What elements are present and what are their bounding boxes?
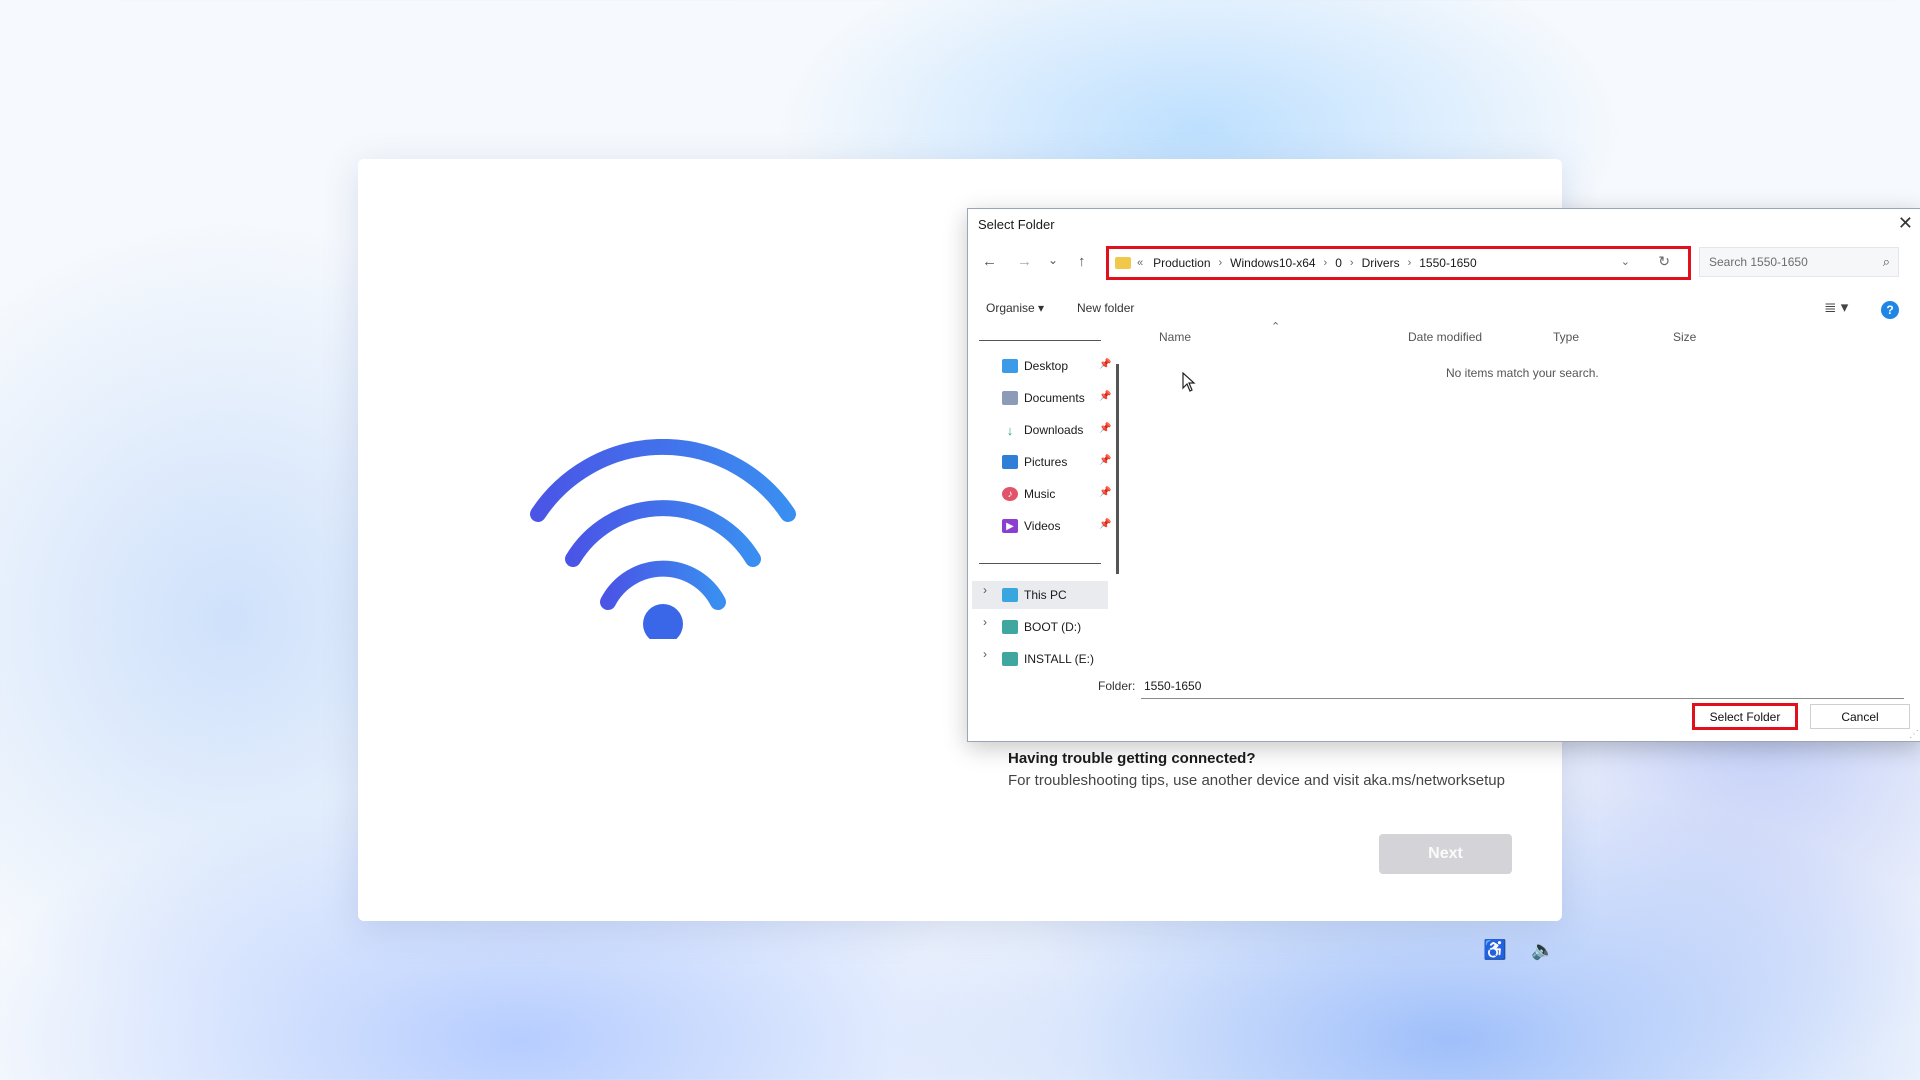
search-input[interactable]: Search 1550-1650 ⌕ — [1699, 247, 1899, 277]
new-folder-button[interactable]: New folder — [1077, 301, 1134, 315]
pin-icon[interactable]: 📌 — [1099, 487, 1111, 498]
nav-item-videos[interactable]: ▶ Videos — [1002, 514, 1060, 538]
nav-item-downloads[interactable]: ↓ Downloads — [1002, 418, 1084, 442]
sort-ascending-icon: ⌃ — [1271, 321, 1281, 333]
trouble-text: For troubleshooting tips, use another de… — [1008, 772, 1505, 789]
breadcrumb-overflow[interactable]: « — [1137, 257, 1143, 269]
expand-icon[interactable]: › — [983, 583, 987, 597]
resize-grip-icon[interactable]: ⋰ — [1909, 729, 1919, 740]
breadcrumb-item[interactable]: Drivers — [1362, 256, 1400, 270]
nav-item-label: Pictures — [1024, 455, 1068, 469]
documents-icon — [1002, 391, 1018, 405]
mouse-cursor-icon — [1182, 372, 1196, 392]
search-placeholder: Search 1550-1650 — [1709, 255, 1808, 269]
folder-label: Folder: — [1098, 679, 1136, 693]
select-folder-dialog: Select Folder ✕ ← → ⌄ ↑ « Production › W… — [967, 208, 1920, 742]
up-icon[interactable]: ↑ — [1078, 253, 1086, 270]
videos-icon: ▶ — [1002, 519, 1018, 533]
downloads-icon: ↓ — [1006, 422, 1014, 438]
recent-locations-icon[interactable]: ⌄ — [1048, 253, 1058, 267]
breadcrumb-item[interactable]: Windows10-x64 — [1230, 256, 1315, 270]
nav-item-label: Desktop — [1024, 359, 1069, 373]
folder-icon — [1115, 257, 1131, 269]
pin-icon[interactable]: 📌 — [1099, 359, 1111, 370]
nav-item-label: BOOT (D:) — [1024, 620, 1082, 634]
expand-icon[interactable]: › — [983, 615, 987, 629]
column-header-size[interactable]: Size — [1673, 330, 1696, 344]
breadcrumb-separator-icon[interactable]: › — [1408, 257, 1412, 269]
select-folder-button[interactable]: Select Folder — [1692, 703, 1798, 730]
nav-item-install-drive[interactable]: INSTALL (E:) — [1002, 647, 1094, 671]
nav-item-desktop[interactable]: Desktop — [1002, 354, 1068, 378]
next-button[interactable]: Next — [1379, 834, 1512, 874]
this-pc-icon — [1002, 588, 1018, 602]
music-icon: ♪ — [1002, 487, 1018, 501]
close-icon[interactable]: ✕ — [1898, 213, 1913, 234]
nav-item-label: Downloads — [1024, 423, 1084, 437]
drive-icon — [1002, 652, 1018, 666]
volume-icon[interactable]: 🔈 — [1531, 938, 1555, 962]
pin-icon[interactable]: 📌 — [1099, 519, 1111, 530]
address-bar[interactable]: « Production › Windows10-x64 › 0 › Drive… — [1106, 246, 1691, 280]
nav-item-label: Documents — [1024, 391, 1085, 405]
help-icon[interactable]: ? — [1881, 301, 1899, 319]
breadcrumb: Production › Windows10-x64 › 0 › Drivers… — [1147, 256, 1477, 270]
nav-divider — [979, 340, 1101, 341]
nav-item-label: This PC — [1024, 588, 1067, 602]
pin-icon[interactable]: 📌 — [1099, 455, 1111, 466]
breadcrumb-item[interactable]: 0 — [1335, 256, 1342, 270]
refresh-icon[interactable]: ↻ — [1658, 253, 1670, 270]
cancel-button[interactable]: Cancel — [1810, 704, 1910, 729]
accessibility-icon[interactable]: ♿ — [1483, 938, 1507, 962]
view-options-icon[interactable]: ≣ ▾ — [1824, 298, 1848, 316]
back-icon[interactable]: ← — [982, 253, 997, 270]
dialog-title: Select Folder — [978, 217, 1055, 232]
nav-item-boot-drive[interactable]: BOOT (D:) — [1002, 615, 1081, 639]
drive-icon — [1002, 620, 1018, 634]
column-header-name[interactable]: Name — [1159, 330, 1191, 344]
wifi-illustration-icon — [530, 439, 796, 639]
breadcrumb-item[interactable]: Production — [1153, 256, 1210, 270]
pin-icon[interactable]: 📌 — [1099, 391, 1111, 402]
nav-item-documents[interactable]: Documents — [1002, 386, 1085, 410]
breadcrumb-item[interactable]: 1550-1650 — [1419, 256, 1476, 270]
desktop-icon — [1002, 359, 1018, 373]
nav-divider — [979, 563, 1101, 564]
pin-icon[interactable]: 📌 — [1099, 423, 1111, 434]
breadcrumb-separator-icon[interactable]: › — [1219, 257, 1223, 269]
pictures-icon — [1002, 455, 1018, 469]
breadcrumb-separator-icon[interactable]: › — [1324, 257, 1328, 269]
forward-icon[interactable]: → — [1017, 253, 1032, 270]
address-dropdown-icon[interactable]: ⌄ — [1621, 255, 1630, 268]
nav-item-label: INSTALL (E:) — [1024, 652, 1095, 666]
expand-icon[interactable]: › — [983, 647, 987, 661]
trouble-title: Having trouble getting connected? — [1008, 750, 1256, 767]
nav-item-pictures[interactable]: Pictures — [1002, 450, 1067, 474]
column-header-date-modified[interactable]: Date modified — [1408, 330, 1482, 344]
nav-pane-scrollbar[interactable] — [1116, 364, 1119, 574]
organise-menu[interactable]: Organise ▾ — [986, 301, 1044, 315]
nav-item-this-pc[interactable]: This PC — [1002, 583, 1067, 607]
folder-field[interactable] — [1141, 674, 1904, 699]
nav-item-music[interactable]: ♪ Music — [1002, 482, 1055, 506]
nav-item-label: Videos — [1024, 519, 1061, 533]
search-icon[interactable]: ⌕ — [1883, 254, 1890, 270]
empty-results-message: No items match your search. — [1446, 366, 1599, 380]
column-header-type[interactable]: Type — [1553, 330, 1579, 344]
breadcrumb-separator-icon[interactable]: › — [1350, 257, 1354, 269]
nav-item-label: Music — [1024, 487, 1056, 501]
